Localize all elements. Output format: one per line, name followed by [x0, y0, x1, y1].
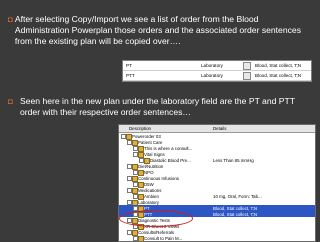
order-sentence: Blood, Stat collect, T;N	[255, 63, 302, 68]
tree-row-label: Continuous Infusions	[138, 175, 180, 181]
highlight-circle	[119, 210, 193, 227]
tree-row-label: Diastolic Blood Pre...	[150, 157, 191, 163]
copied-orders-table: PT Laboratory Blood, Stat collect, T;N P…	[122, 60, 312, 82]
bullet-2: ◘ Seen here in the new plan under the la…	[8, 96, 312, 118]
bullet-1: ◘ After selecting Copy/Import we see a l…	[8, 14, 312, 48]
tree-row-detail: Blood, Stat collect, T;N	[213, 205, 258, 211]
tree-row-label: Diet/Nutrition	[138, 163, 164, 169]
powerplan-tree-screenshot: Description Details Powerorder 03 Patient…	[118, 124, 316, 242]
tree-row-label: Vital Signs	[144, 151, 165, 157]
tree-row-label: This is where a consult...	[144, 145, 193, 151]
chevron-down-icon[interactable]	[243, 72, 251, 80]
tree-row-label: Laboratory	[138, 199, 159, 205]
tree-row-label: Ambien	[144, 193, 159, 199]
order-sentence: Blood, Stat collect, T;N	[255, 73, 302, 78]
bullet-marker: ◘	[8, 15, 13, 24]
details-header[interactable]: Details	[213, 126, 226, 131]
table-row[interactable]: PT Laboratory Blood, Stat collect, T;N	[123, 61, 311, 71]
tree-header: Description Details	[119, 125, 315, 133]
tree-row-detail: Blood, Stat collect, T;N	[213, 211, 258, 217]
order-name: PTT	[126, 73, 135, 78]
tree-row-detail: Less Than 85 mmHg	[213, 157, 254, 163]
order-category: Laboratory	[201, 63, 223, 68]
tree-row-label: Powerorder 03	[132, 133, 161, 139]
bullet-text: Seen here in the new plan under the labo…	[20, 96, 295, 118]
tree-row-label: NPO	[144, 169, 154, 175]
tree-row[interactable]: Consult to Pain M...	[119, 235, 315, 241]
tree-row-label: Consults/Referrals	[138, 229, 175, 235]
tree-row-label: Medications	[138, 187, 162, 193]
order-name: PT	[126, 63, 132, 68]
bullet-text: After selecting Copy/Import we see a lis…	[14, 14, 301, 47]
tree-row-label: Patient Care	[138, 139, 163, 145]
tree-row-detail: 10 mg, Oral, Form: Tab...	[213, 193, 262, 199]
table-row[interactable]: PTT Laboratory Blood, Stat collect, T;N	[123, 71, 311, 81]
description-header[interactable]: Description	[129, 126, 151, 131]
order-category: Laboratory	[201, 73, 223, 78]
chevron-down-icon[interactable]	[243, 62, 251, 70]
bullet-marker: ◘	[8, 97, 13, 106]
tree-row-label: D5W	[144, 181, 154, 187]
